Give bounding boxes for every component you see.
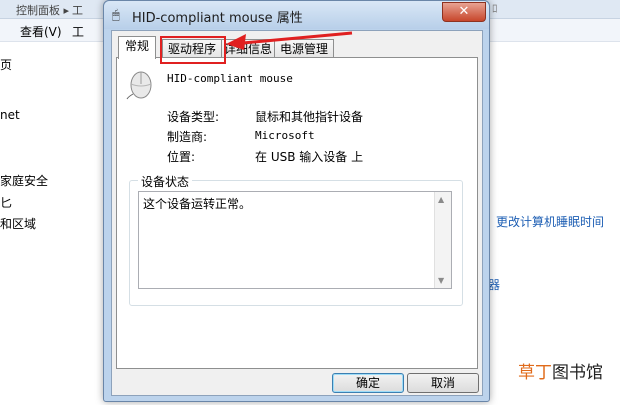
annotation-arrow (226, 31, 353, 50)
